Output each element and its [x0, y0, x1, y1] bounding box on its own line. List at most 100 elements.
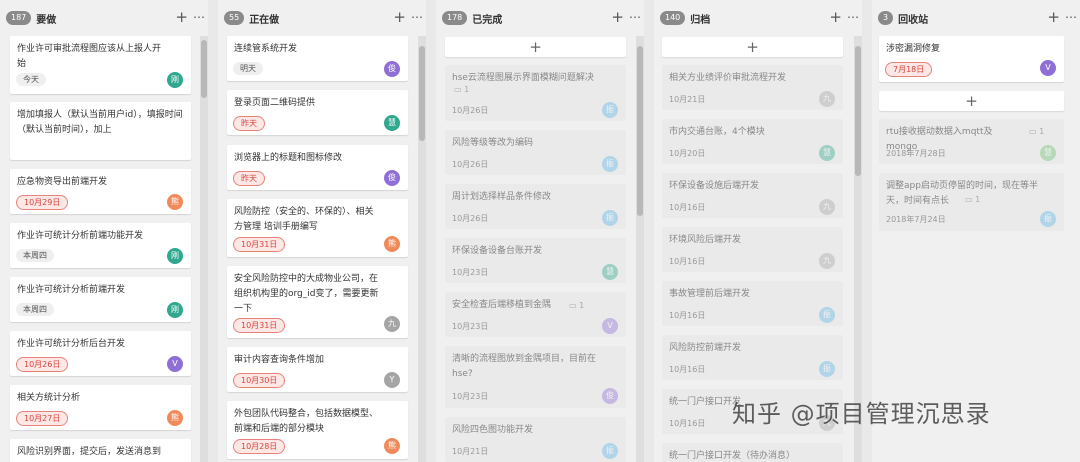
task-card[interactable]: 安全检查后端移植到金隅 ▭ 1 10月23日 V: [445, 292, 626, 337]
task-card[interactable]: 审计内容查询条件增加 10月30日 Y: [227, 347, 408, 392]
avatar[interactable]: 振: [602, 102, 618, 118]
task-card[interactable]: 相关方业绩评价审批流程开发 10月21日 九: [662, 65, 843, 110]
card-text: hse云流程图展示界面模糊问题解决: [452, 73, 594, 83]
avatar[interactable]: 俊: [384, 61, 400, 77]
task-card[interactable]: 环保设备设备台账开发 10月23日 慧: [445, 238, 626, 283]
avatar[interactable]: 振: [602, 156, 618, 172]
task-card[interactable]: 市内交通台账，4个模块 10月20日 慧: [662, 119, 843, 164]
avatar[interactable]: 振: [819, 361, 835, 377]
avatar[interactable]: V: [1040, 60, 1056, 76]
avatar[interactable]: 熊: [167, 194, 183, 210]
avatar[interactable]: 振: [602, 210, 618, 226]
task-card[interactable]: 连续管系统开发 明天 俊: [227, 36, 408, 81]
card-text: 外包团队代码整合，包括数据模型、前端和后端的部分模块: [234, 409, 379, 434]
avatar[interactable]: 九: [819, 199, 835, 215]
scrollbar[interactable]: [418, 36, 426, 462]
task-card[interactable]: 统一门户接口开发（待办消息）: [662, 443, 843, 462]
card-text: 市内交通台账，4个模块: [669, 127, 765, 137]
more-options-icon[interactable]: ⋯: [411, 9, 423, 25]
avatar[interactable]: 慧: [819, 145, 835, 161]
avatar[interactable]: 慧: [384, 115, 400, 131]
due-date-badge: 10月21日: [452, 447, 489, 456]
task-card[interactable]: 增加填报人（默认当前用户id），填报时间（默认当前时间），加上: [10, 102, 191, 160]
comment-number: 1: [975, 195, 981, 204]
task-card[interactable]: 风险四色图功能开发 10月21日 振: [445, 417, 626, 462]
scrollbar-thumb[interactable]: [419, 46, 425, 141]
task-card[interactable]: 相关方统计分析 10月27日 熊: [10, 385, 191, 430]
avatar[interactable]: 熊: [384, 236, 400, 252]
task-card[interactable]: 作业许可统计分析前端功能开发 本周四 刚: [10, 223, 191, 268]
avatar[interactable]: 刚: [167, 302, 183, 318]
more-options-icon[interactable]: ⋯: [629, 9, 641, 25]
task-card[interactable]: 清晰的流程图放到金隅项目，目前在hse? 10月23日 俊: [445, 346, 626, 408]
avatar[interactable]: 九: [819, 91, 835, 107]
task-card[interactable]: 环境风险后端开发 10月16日 九: [662, 227, 843, 272]
avatar[interactable]: 熊: [384, 438, 400, 454]
avatar[interactable]: 俊: [384, 170, 400, 186]
column-header: 140 归档 + ⋯: [654, 0, 862, 36]
avatar[interactable]: 九: [819, 253, 835, 269]
avatar[interactable]: Y: [384, 372, 400, 388]
add-card-icon[interactable]: +: [611, 9, 624, 25]
avatar[interactable]: 刚: [167, 248, 183, 264]
more-options-icon[interactable]: ⋯: [193, 9, 205, 25]
task-card[interactable]: 事故管理前后端开发 10月16日 振: [662, 281, 843, 326]
comment-number: 1: [579, 301, 585, 310]
task-card[interactable]: 作业许可统计分析后台开发 10月26日 V: [10, 331, 191, 376]
task-card[interactable]: 外包团队代码整合，包括数据模型、前端和后端的部分模块 10月28日 熊: [227, 401, 408, 459]
task-card[interactable]: 安全风险防控中的大成物业公司，在组织机构里的org_id变了，需要更新一下 10…: [227, 266, 408, 338]
task-card[interactable]: 风险等级等改为编码 10月26日 振: [445, 130, 626, 175]
card-text: 清晰的流程图放到金隅项目，目前在hse?: [452, 354, 597, 379]
task-card[interactable]: 浏览器上的标题和图标修改 昨天 俊: [227, 145, 408, 190]
task-card[interactable]: 环保设备设施后端开发 10月16日 九: [662, 173, 843, 218]
add-card-button[interactable]: +: [662, 37, 843, 57]
due-date-badge: 10月16日: [669, 203, 706, 212]
column-title: 要做: [36, 14, 57, 26]
task-card[interactable]: hse云流程图展示界面模糊问题解决 ▭ 1 10月26日 振: [445, 65, 626, 121]
task-card[interactable]: 登录页面二维码提供 昨天 慧: [227, 90, 408, 135]
card-text: 安全风险防控中的大成物业公司，在组织机构里的org_id变了，需要更新一下: [234, 274, 379, 314]
avatar[interactable]: 熊: [167, 410, 183, 426]
task-card[interactable]: 风险识别界面，提交后，发送消息到: [10, 439, 191, 462]
column-count: 178: [442, 11, 468, 25]
scrollbar-thumb[interactable]: [855, 46, 861, 176]
scrollbar-thumb[interactable]: [201, 40, 207, 98]
add-card-button[interactable]: +: [879, 91, 1064, 111]
task-card[interactable]: 作业许可审批流程图应该从上报人开始 今天 刚: [10, 36, 191, 94]
scrollbar[interactable]: [200, 36, 208, 462]
avatar[interactable]: 振: [819, 307, 835, 323]
due-date-badge: 10月20日: [669, 149, 706, 158]
avatar[interactable]: 慧: [1040, 145, 1056, 161]
add-card-button[interactable]: +: [445, 37, 626, 57]
more-options-icon[interactable]: ⋯: [847, 9, 859, 25]
due-date-badge: 10月26日: [16, 357, 69, 372]
avatar[interactable]: V: [602, 318, 618, 334]
task-card[interactable]: 调整app启动页停留的时间，现在等半天，时间有点长 ▭ 1 2018年7月24日…: [879, 173, 1064, 231]
more-options-icon[interactable]: ⋯: [1065, 9, 1077, 25]
add-card-icon[interactable]: +: [829, 9, 842, 25]
scrollbar[interactable]: [636, 36, 644, 462]
avatar[interactable]: 九: [384, 316, 400, 332]
card-text: 风险防控前端开发: [669, 343, 742, 353]
avatar[interactable]: 慧: [602, 264, 618, 280]
task-card[interactable]: 风险防控前端开发 10月16日 振: [662, 335, 843, 380]
avatar[interactable]: 刚: [167, 72, 183, 88]
card-text: 风险等级等改为编码: [452, 138, 534, 148]
scrollbar-thumb[interactable]: [637, 46, 643, 216]
avatar[interactable]: 振: [1040, 211, 1056, 227]
avatar[interactable]: 俊: [602, 388, 618, 404]
due-date-badge: 10月28日: [233, 439, 286, 454]
task-card[interactable]: 应急物资导出前端开发 10月29日 熊: [10, 169, 191, 214]
avatar[interactable]: V: [167, 356, 183, 372]
task-card[interactable]: 涉密漏洞修复 7月18日 V: [879, 36, 1064, 82]
task-card[interactable]: 风险防控（安全的、环保的）、相关方管理 培训手册编写 10月31日 熊: [227, 199, 408, 257]
task-card[interactable]: 作业许可统计分析前端开发 本周四 刚: [10, 277, 191, 322]
avatar[interactable]: 振: [602, 443, 618, 459]
card-text: 调整app启动页停留的时间，现在等半天，时间有点长: [886, 181, 1038, 206]
add-card-icon[interactable]: +: [175, 9, 188, 25]
task-card[interactable]: 周计划选择样品条件修改 10月26日 振: [445, 184, 626, 229]
task-card[interactable]: rtu接收据动数据入mqtt及mongo ▭ 1 2018年7月28日 慧: [879, 119, 1064, 164]
add-card-icon[interactable]: +: [393, 9, 406, 25]
add-card-icon[interactable]: +: [1047, 9, 1060, 25]
card-text: 环境风险后端开发: [669, 235, 742, 245]
